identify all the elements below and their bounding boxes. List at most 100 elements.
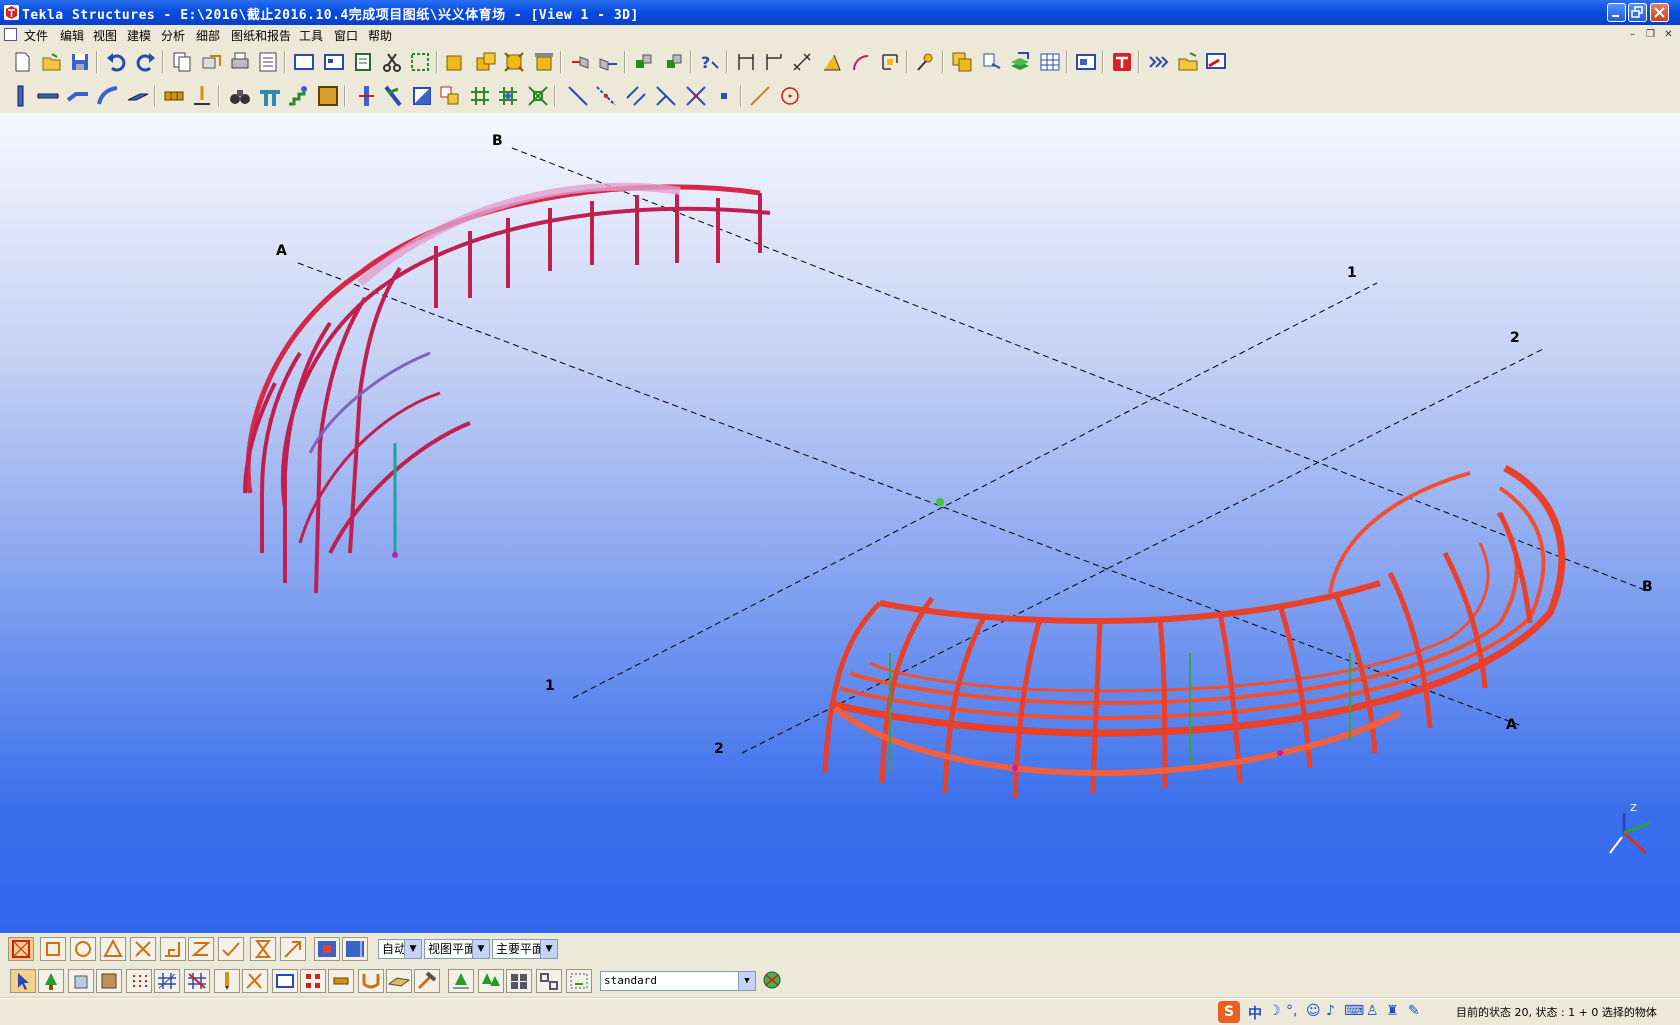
microphone-icon[interactable]: ♪ [1326,1003,1335,1019]
selection-filter-dropdown[interactable]: standard ▼ [600,971,756,991]
view-list-button[interactable] [322,50,346,74]
copy-button[interactable] [170,50,194,74]
measure-button[interactable] [914,50,938,74]
fitting-button[interactable] [410,84,434,108]
component-button[interactable] [532,50,556,74]
left-stadium-roof[interactable] [243,182,771,594]
split-button[interactable] [354,84,378,108]
render-button[interactable] [1038,50,1062,74]
snap-reference-lines-button[interactable] [38,969,64,993]
filter-settings-button[interactable] [760,969,786,993]
snap-intersection-button[interactable] [184,969,210,993]
dimension-curved-button[interactable] [878,50,902,74]
select-welds-switch[interactable] [130,937,156,961]
select-parts-switch[interactable] [40,937,66,961]
redo-button[interactable] [134,50,158,74]
layer-button[interactable] [1008,50,1032,74]
snap-end-points-button[interactable] [214,969,240,993]
add-to-selection-button[interactable] [568,50,592,74]
select-all-switch[interactable] [8,937,34,961]
filter-other-button[interactable] [566,969,592,993]
filter-assemblies-button[interactable] [506,969,532,993]
plane-dropdown-2[interactable]: 主要平面 ▼ [492,939,558,959]
catalog-button[interactable] [1176,50,1200,74]
new-model-button[interactable] [10,50,34,74]
mdi-close-icon[interactable]: ✕ [1662,29,1675,41]
create-curved-beam-button[interactable] [96,84,120,108]
user-icon[interactable]: ♙ [1366,1003,1379,1019]
create-weld-button[interactable] [190,84,214,108]
select-components-switch[interactable] [218,937,244,961]
restore-button[interactable] [1628,3,1647,22]
select-box-button[interactable] [408,50,432,74]
moon-icon[interactable]: ☽ [1268,1003,1281,1019]
radius-dimension-button[interactable] [850,50,874,74]
construction-line-button[interactable] [748,84,772,108]
line-tool-button[interactable] [566,84,590,108]
minimize-button[interactable] [1607,3,1626,22]
menu-modeling[interactable]: 建模 [127,27,151,44]
select-pointer-button[interactable] [10,969,36,993]
perpendicular-line-button[interactable] [654,84,678,108]
create-plate-button[interactable] [126,84,150,108]
application-button[interactable] [1204,50,1228,74]
keyboard-icon[interactable]: ⌨ [1344,1003,1364,1019]
menu-edit[interactable]: 编辑 [60,27,84,44]
more-tools-button[interactable] [1146,50,1170,74]
find-button[interactable] [228,84,252,108]
screen-capture-button[interactable] [1074,50,1098,74]
undo-button[interactable] [104,50,128,74]
select-points-switch[interactable] [70,937,96,961]
snap-grid-button[interactable] [154,969,180,993]
filter-parts-button[interactable] [448,969,474,993]
dimension-button[interactable] [734,50,758,74]
create-view-button[interactable] [292,50,316,74]
remove-from-selection-button[interactable] [596,50,620,74]
reference-snap-button[interactable] [496,84,520,108]
combine-button[interactable] [382,84,406,108]
construction-circle-button[interactable] [778,84,802,108]
shirt-icon[interactable]: ♜ [1386,1003,1399,1019]
select-distances-switch[interactable] [280,937,306,961]
right-stadium-roof[interactable] [822,464,1566,799]
create-beam-button[interactable] [36,84,60,108]
grid-snap-button[interactable] [468,84,492,108]
phase-button[interactable] [632,50,656,74]
snap-line-extensions-button[interactable] [126,969,152,993]
ime-toolbar[interactable]: S 中 ☽ °, ☺ ♪ ⌨ ♙ ♜ ✎ [1218,1001,1448,1023]
save-button[interactable] [68,50,92,74]
menu-help[interactable]: 帮助 [368,27,392,44]
mdi-restore-icon[interactable]: ❐ [1644,29,1657,41]
close-button[interactable] [1650,3,1669,22]
sogou-ime-icon[interactable]: S [1218,1001,1240,1023]
snap-mode-dropdown[interactable]: 自动 ▼ [378,939,422,959]
snap-midpoints-button[interactable] [272,969,298,993]
menu-drawings-reports[interactable]: 图纸和报告 [231,27,291,44]
point-snap-button[interactable] [526,84,550,108]
snap-tangent-button[interactable] [358,969,384,993]
smiley-icon[interactable]: ☺ [1306,1003,1321,1019]
properties-button[interactable] [256,50,280,74]
model-view-3d[interactable]: B A 1 2 B A 1 2 Z [0,113,1680,933]
plane-dropdown-1[interactable]: 视图平面 ▼ [424,939,490,959]
clash-check-button[interactable] [444,50,468,74]
inquire-button[interactable]: ? [698,50,722,74]
punctuation-icon[interactable]: °, [1286,1003,1297,1019]
snap-free-button[interactable] [242,969,268,993]
assembly-button[interactable] [502,50,526,74]
create-bolt-button[interactable] [162,84,186,108]
drawing-list-button[interactable] [950,50,974,74]
wrench-icon[interactable]: ✎ [1408,1003,1420,1019]
parallel-line-button[interactable] [624,84,648,108]
snap-centers-button[interactable] [300,969,326,993]
select-bolts-switch[interactable] [188,937,214,961]
open-model-button[interactable] [40,50,64,74]
create-polybeam-button[interactable] [66,84,90,108]
document-icon[interactable] [4,28,17,41]
snap-nearest-points-button[interactable] [96,969,122,993]
filter-components-button[interactable] [536,969,562,993]
cut-button[interactable] [380,50,404,74]
snap-objects-button[interactable] [414,969,440,993]
print-button[interactable] [228,50,252,74]
create-frame-button[interactable] [258,84,282,108]
